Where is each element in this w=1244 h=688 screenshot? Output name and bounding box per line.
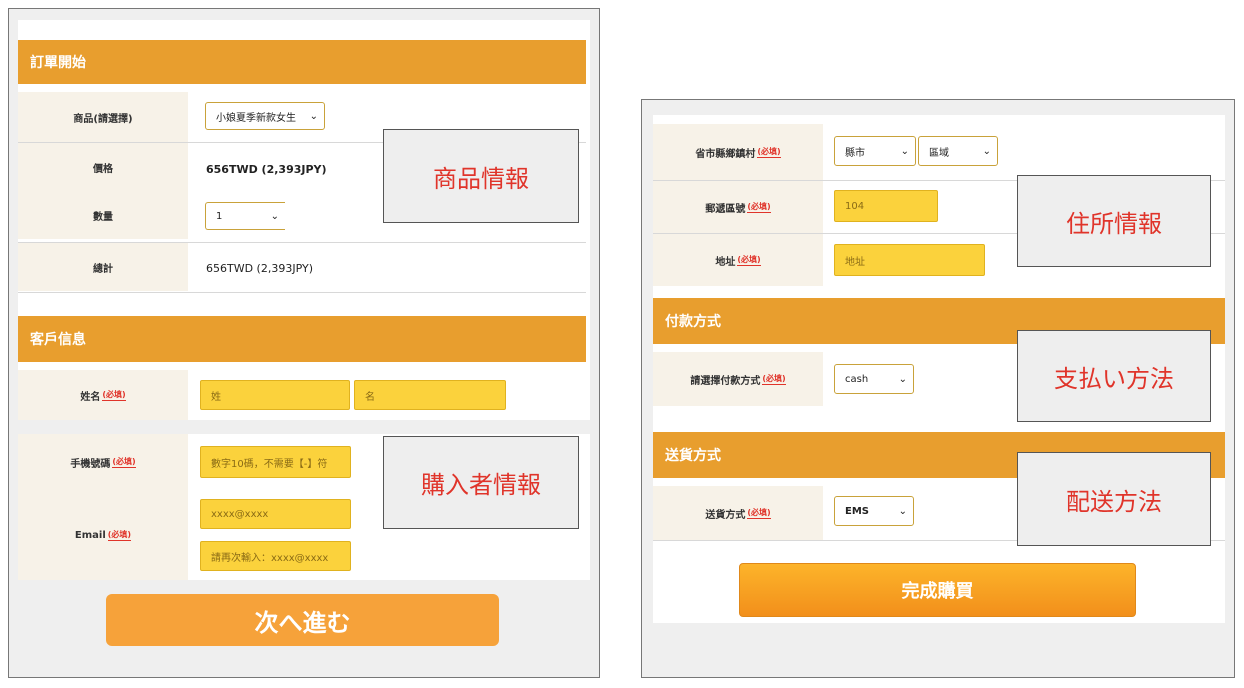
product-info-annotation: 商品情報 [383,129,579,223]
zip-label: 郵遞區號 (必填) [653,181,823,233]
complete-purchase-button[interactable]: 完成購買 [739,563,1136,617]
city-select-value: 縣市 [845,147,865,159]
required-tag: (必填) [757,147,781,158]
required-tag: (必填) [737,255,761,266]
zip-input[interactable]: 104 [834,190,938,222]
district-select-value: 區域 [929,147,949,159]
price-value: 656TWD (2,393JPY) [206,162,327,176]
surname-input[interactable]: 姓 [200,380,350,410]
delivery-method-annotation: 配送方法 [1017,452,1211,546]
payment-method-label: 請選擇付款方式 (必填) [653,352,823,406]
order-section-header: 訂單開始 [18,40,586,84]
payment-method-select[interactable]: cash ⌄ [834,364,914,394]
address-input[interactable]: 地址 [834,244,985,276]
email-input[interactable]: xxxx@xxxx [200,499,351,529]
chevron-down-icon: ⌄ [900,145,909,157]
price-label-text: 價格 [93,163,113,175]
buyer-info-annotation: 購入者情報 [383,436,579,529]
total-label: 總計 [18,243,188,291]
payment-section-title: 付款方式 [665,314,721,330]
price-label: 價格 數量 [18,143,188,239]
phone-input[interactable]: 數字10碼，不需要【-】符 [200,446,351,478]
shipping-method-label: 送貨方式 (必填) [653,486,823,540]
chevron-down-icon: ⌄ [982,145,991,157]
required-tag: (必填) [107,530,132,541]
required-tag: (必填) [747,202,771,213]
chevron-down-icon: ⌄ [309,110,318,122]
name-label: 姓名 (必填) [18,370,188,420]
customer-section-header: 客戶信息 [18,316,586,362]
payment-method-annotation: 支払い方法 [1017,330,1211,422]
required-tag: (必填) [112,457,136,468]
shipping-method-value: EMS [845,505,869,517]
payment-method-value: cash [845,373,869,385]
product-label: 商品(請選擇) [18,92,188,142]
chevron-down-icon: ⌄ [270,210,279,222]
address-label: 地址 (必填) [653,234,823,286]
shipping-section-title: 送貨方式 [665,448,721,464]
email-label: Email (必填) [18,490,188,580]
required-tag: (必填) [762,374,786,385]
next-button[interactable]: 次へ進む [106,594,499,646]
chevron-down-icon: ⌄ [898,373,907,385]
product-select[interactable]: 小娘夏季新款女生 ⌄ [205,102,325,130]
gap-band [18,420,590,434]
address-info-annotation: 住所情報 [1017,175,1211,267]
quantity-select[interactable]: 1 ⌄ [205,202,285,230]
customer-section-title: 客戶信息 [30,332,86,348]
quantity-select-value: 1 [216,210,223,222]
city-label: 省市縣鄉鎮村 (必填) [653,124,823,180]
required-tag: (必填) [102,390,126,401]
email-confirm-input[interactable]: 請再次輸入：xxxx@xxxx [200,541,351,571]
divider [18,292,586,293]
phone-label: 手機號碼 (必填) [18,434,188,490]
city-select[interactable]: 縣市 ⌄ [834,136,916,166]
given-name-input[interactable]: 名 [354,380,506,410]
shipping-method-select[interactable]: EMS ⌄ [834,496,914,526]
district-select[interactable]: 區域 ⌄ [918,136,998,166]
total-value: 656TWD (2,393JPY) [206,261,313,275]
product-select-value: 小娘夏季新款女生 [216,112,296,124]
quantity-label: 數量 [93,211,113,223]
required-tag: (必填) [747,508,771,519]
chevron-down-icon: ⌄ [898,505,907,517]
order-section-title: 訂單開始 [30,55,86,71]
